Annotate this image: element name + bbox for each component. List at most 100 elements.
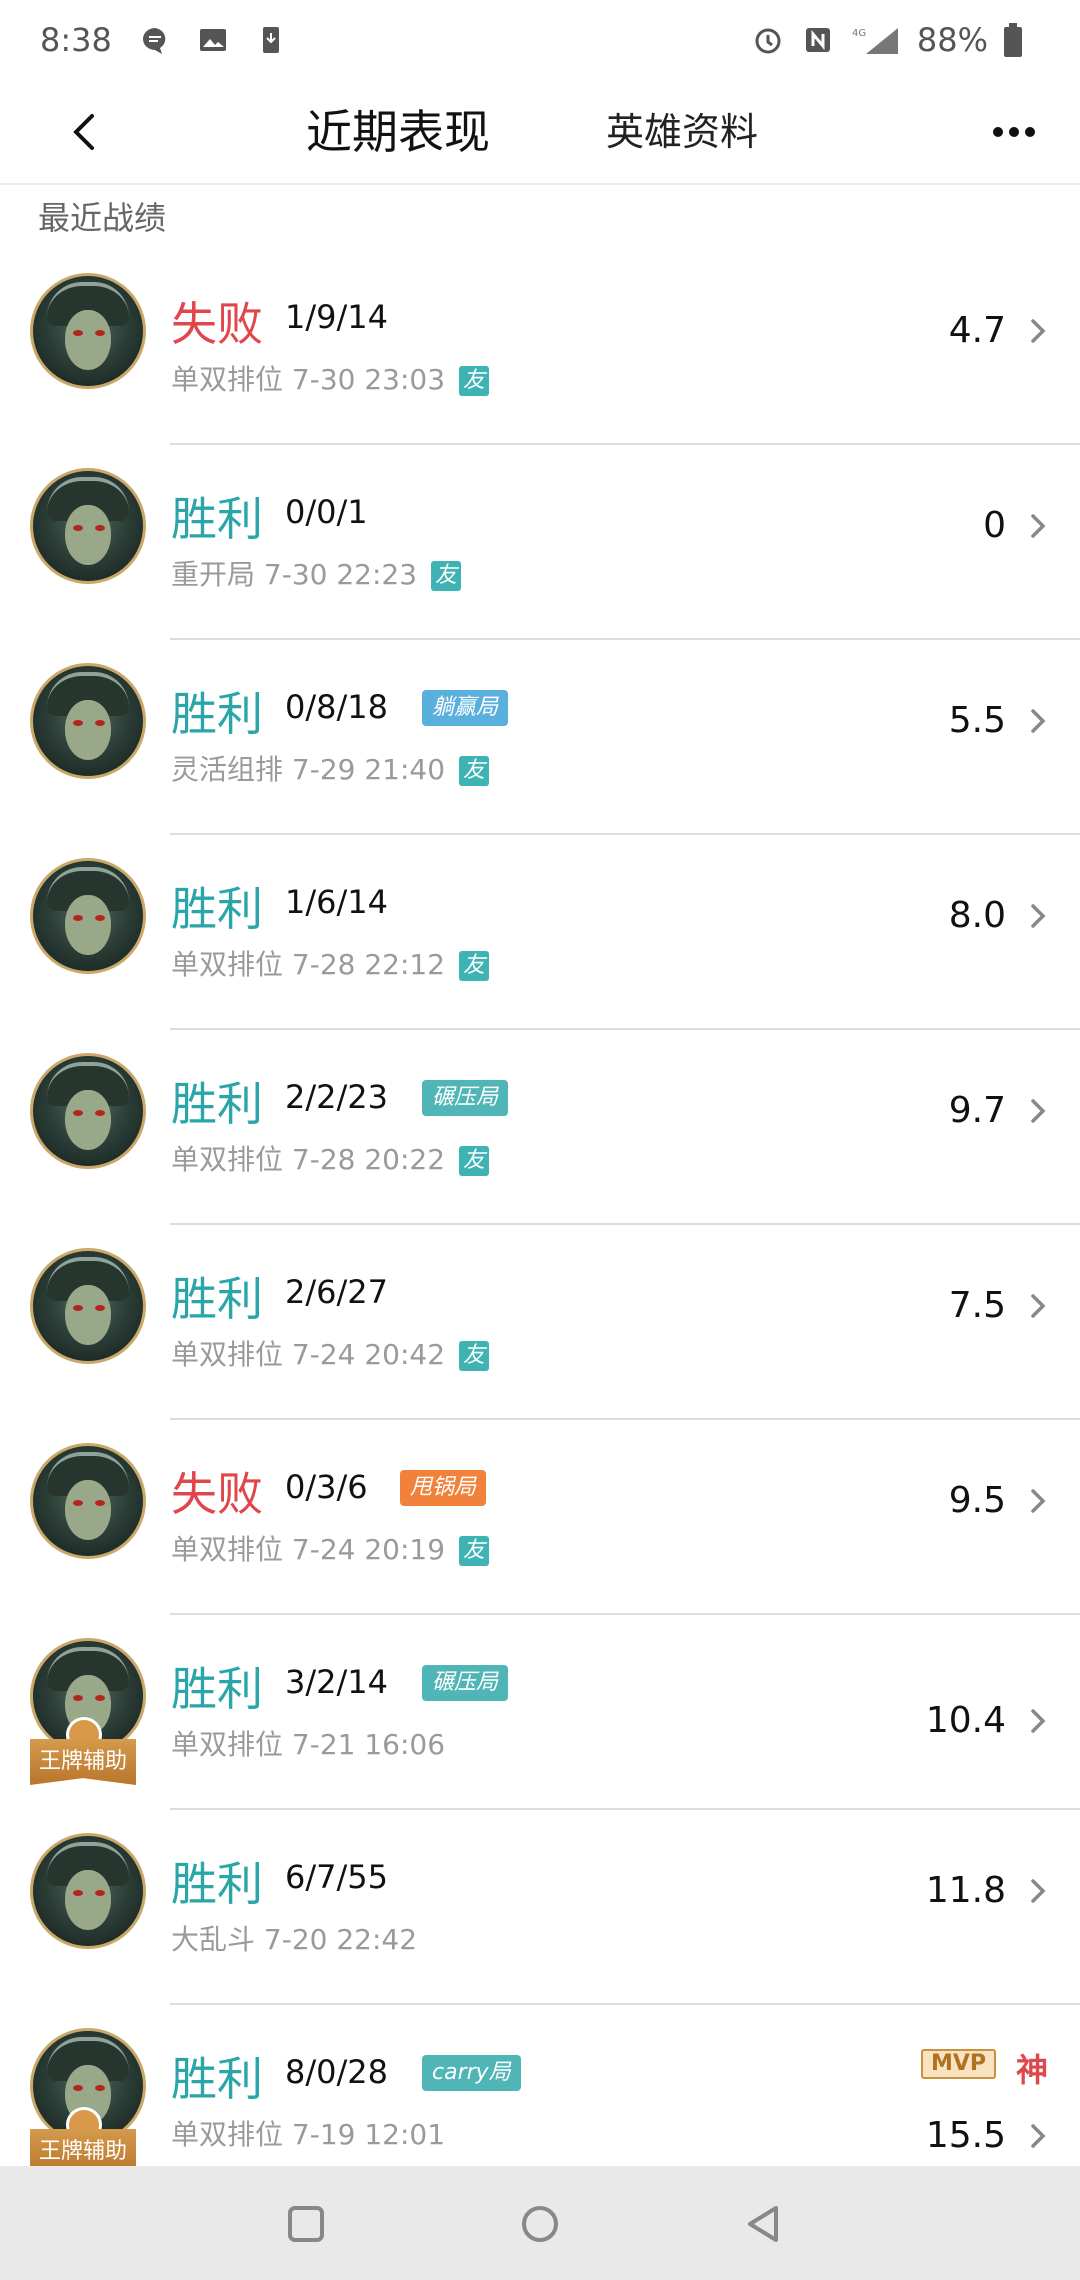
match-meta: 灵活组排 7-29 21:40 友 bbox=[171, 748, 490, 788]
match-mode: 重开局 bbox=[171, 558, 256, 591]
hero-avatar bbox=[30, 468, 146, 584]
match-score: 9.7 bbox=[948, 1090, 1006, 1131]
match-score: 11.8 bbox=[925, 1870, 1006, 1911]
friend-badge: 友 bbox=[459, 951, 490, 981]
match-mode: 单双排位 bbox=[171, 1533, 284, 1566]
match-meta: 单双排位 7-19 12:01 bbox=[171, 2113, 445, 2153]
match-time: 7-24 20:42 bbox=[291, 1338, 446, 1371]
match-score: 0 bbox=[983, 505, 1006, 546]
match-time: 7-30 23:03 bbox=[291, 363, 446, 396]
match-time: 7-28 20:22 bbox=[291, 1143, 446, 1176]
match-result: 胜利 bbox=[171, 492, 263, 546]
match-row[interactable]: 胜利 0/0/1 重开局 7-30 22:23 友 0 bbox=[0, 445, 1080, 640]
ace-support-badge: 王牌辅助 bbox=[30, 1739, 136, 1785]
match-row[interactable]: 胜利 2/6/27 单双排位 7-24 20:42 友 7.5 bbox=[0, 1225, 1080, 1420]
match-row[interactable]: 胜利 2/2/23 碾压局单双排位 7-28 20:22 友 9.7 bbox=[0, 1030, 1080, 1225]
friend-badge: 友 bbox=[459, 1536, 490, 1566]
match-score: 7.5 bbox=[948, 1285, 1006, 1326]
mvp-badge: MVP bbox=[920, 2049, 996, 2079]
match-result: 胜利 bbox=[171, 1077, 263, 1131]
nfc-icon bbox=[801, 23, 835, 57]
alarm-icon bbox=[751, 23, 785, 57]
match-kda: 1/6/14 bbox=[285, 883, 388, 921]
match-time: 7-29 21:40 bbox=[291, 753, 446, 786]
square-icon bbox=[288, 2206, 324, 2242]
download-notification-icon bbox=[254, 23, 288, 57]
hero-avatar bbox=[30, 1248, 146, 1364]
match-score: 10.4 bbox=[925, 1700, 1006, 1741]
match-score: 8.0 bbox=[948, 895, 1006, 936]
image-notification-icon bbox=[196, 23, 230, 57]
match-meta: 单双排位 7-21 16:06 bbox=[171, 1723, 445, 1763]
match-mode: 单双排位 bbox=[171, 1728, 284, 1761]
tab-hero-info[interactable]: 英雄资料 bbox=[606, 102, 758, 162]
recent-apps-button[interactable] bbox=[284, 2202, 328, 2246]
chevron-right-icon bbox=[1031, 904, 1046, 928]
back-nav-button[interactable] bbox=[742, 2202, 786, 2246]
home-button[interactable] bbox=[518, 2202, 562, 2246]
friend-badge: 友 bbox=[459, 1341, 490, 1371]
friend-badge: 友 bbox=[459, 1146, 490, 1176]
hero-avatar bbox=[30, 273, 146, 389]
match-mode: 单双排位 bbox=[171, 363, 284, 396]
more-options-button[interactable] bbox=[984, 112, 1044, 152]
match-result: 失败 bbox=[171, 297, 263, 351]
hero-avatar bbox=[30, 1443, 146, 1559]
chevron-right-icon bbox=[1031, 1099, 1046, 1123]
match-mode: 单双排位 bbox=[171, 948, 284, 981]
svg-text:4G: 4G bbox=[852, 28, 866, 39]
back-button[interactable] bbox=[56, 102, 116, 162]
tab-recent-performance[interactable]: 近期表现 bbox=[306, 102, 490, 162]
match-meta: 单双排位 7-24 20:42 友 bbox=[171, 1333, 490, 1373]
match-result: 胜利 bbox=[171, 1662, 263, 1716]
match-score: 9.5 bbox=[948, 1480, 1006, 1521]
match-time: 7-20 22:42 bbox=[263, 1923, 418, 1956]
match-tag: 甩锅局 bbox=[400, 1470, 487, 1506]
match-row[interactable]: 失败 1/9/14 单双排位 7-30 23:03 友 4.7 bbox=[0, 250, 1080, 445]
match-time: 7-21 16:06 bbox=[291, 1728, 446, 1761]
friend-badge: 友 bbox=[431, 561, 462, 591]
chevron-right-icon bbox=[1031, 1489, 1046, 1513]
match-time: 7-24 20:19 bbox=[291, 1533, 446, 1566]
match-result: 胜利 bbox=[171, 1272, 263, 1326]
match-kda: 0/0/1 bbox=[285, 493, 368, 531]
match-list: 失败 1/9/14 单双排位 7-30 23:03 友 4.7 胜利 0/0/1 重开局 7-… bbox=[0, 250, 1080, 2200]
match-row[interactable]: 胜利 0/8/18 躺赢局 灵活组排 7-29 21:40 友 5.5 bbox=[0, 640, 1080, 835]
match-row[interactable]: 胜利 1/6/14 单双排位 7-28 22:12 友 8.0 bbox=[0, 835, 1080, 1030]
match-meta: 单双排位 7-24 20:19 友 bbox=[171, 1528, 490, 1568]
top-navigation-bar: 近期表现 英雄资料 bbox=[0, 80, 1080, 185]
match-row[interactable]: 王牌辅助 胜利 3/2/14 碾压局 单双排位 7-21 16:06 10.4 bbox=[0, 1615, 1080, 1810]
friend-badge: 友 bbox=[459, 756, 490, 786]
match-time: 7-28 22:12 bbox=[291, 948, 446, 981]
battery-percent: 88% bbox=[916, 21, 988, 59]
match-tag: 躺赢局 bbox=[422, 690, 509, 726]
status-time: 8:38 bbox=[40, 21, 112, 59]
message-notification-icon bbox=[138, 23, 172, 57]
match-row[interactable]: 胜利 6/7/55 大乱斗 7-20 22:42 11.8 bbox=[0, 1810, 1080, 2005]
hero-avatar bbox=[30, 1833, 146, 1949]
match-kda: 6/7/55 bbox=[285, 1858, 388, 1896]
chevron-right-icon bbox=[1031, 1879, 1046, 1903]
match-result: 胜利 bbox=[171, 1857, 263, 1911]
hero-avatar bbox=[30, 1053, 146, 1169]
match-score: 15.5 bbox=[925, 2115, 1006, 2156]
match-mode: 灵活组排 bbox=[171, 753, 284, 786]
match-kda: 3/2/14 bbox=[285, 1663, 388, 1701]
match-meta: 单双排位 7-30 23:03 友 bbox=[171, 358, 490, 398]
triangle-back-icon bbox=[748, 2206, 778, 2242]
back-arrow-icon bbox=[73, 114, 94, 150]
match-kda: 2/2/23 bbox=[285, 1078, 388, 1116]
chevron-right-icon bbox=[1031, 1294, 1046, 1318]
match-tag: 碾压局 bbox=[422, 1080, 509, 1116]
match-result: 胜利 bbox=[171, 2052, 263, 2106]
system-navigation-bar bbox=[0, 2166, 1080, 2280]
match-mode: 单双排位 bbox=[171, 2118, 284, 2151]
match-meta: 重开局 7-30 22:23 友 bbox=[171, 553, 462, 593]
chevron-right-icon bbox=[1031, 319, 1046, 343]
match-row[interactable]: 失败 0/3/6 甩锅局 单双排位 7-24 20:19 友 9.5 bbox=[0, 1420, 1080, 1615]
match-mode: 单双排位 bbox=[171, 1143, 284, 1176]
chevron-right-icon bbox=[1031, 2124, 1046, 2148]
match-mode: 单双排位 bbox=[171, 1338, 284, 1371]
match-kda: 1/9/14 bbox=[285, 298, 388, 336]
friend-badge: 友 bbox=[459, 366, 490, 396]
